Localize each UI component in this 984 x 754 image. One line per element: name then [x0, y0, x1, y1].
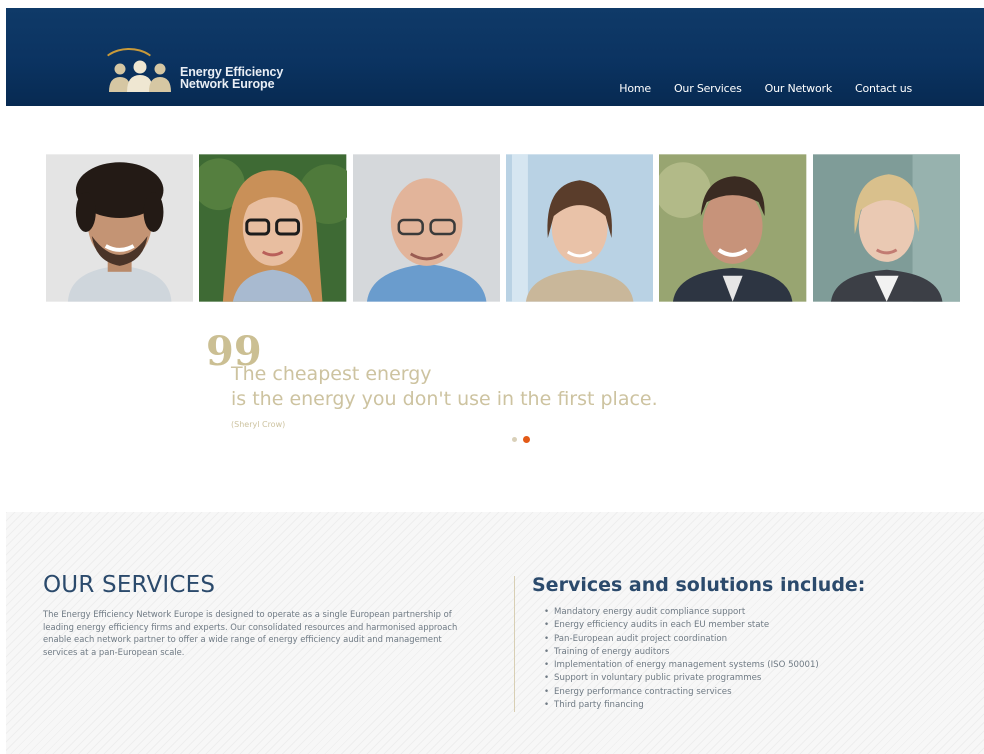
list-item: Third party financing [544, 699, 819, 713]
team-photo-1 [46, 154, 194, 302]
people-group-icon [109, 60, 171, 92]
team-photo-6 [812, 154, 960, 302]
list-item: Mandatory energy audit compliance suppor… [544, 606, 819, 620]
services-title: OUR SERVICES [43, 572, 216, 598]
quote-line-1: The cheapest energy [231, 363, 432, 385]
list-item: Energy performance contracting services [544, 686, 819, 700]
team-photo-2 [199, 154, 347, 302]
team-photo-3 [352, 154, 500, 302]
carousel-dot-2-active[interactable] [523, 436, 530, 443]
services-section: OUR SERVICES The Energy Efficiency Netwo… [6, 512, 984, 754]
nav-our-services[interactable]: Our Services [674, 82, 742, 95]
quote-line-2: is the energy you don't use in the first… [231, 388, 658, 410]
list-item: Pan-European audit project coordination [544, 633, 819, 647]
services-description: The Energy Efficiency Network Europe is … [43, 609, 458, 657]
quote-author: (Sheryl Crow) [231, 420, 286, 429]
section-divider [514, 576, 515, 712]
logo-text: Energy Efficiency Network Europe [180, 66, 283, 91]
site-header: Energy Efficiency Network Europe Home Ou… [6, 8, 984, 106]
nav-home[interactable]: Home [619, 82, 651, 95]
portrait-image [352, 154, 500, 302]
carousel-dots [512, 436, 530, 443]
quote-text: The cheapest energy is the energy you do… [231, 362, 658, 412]
portrait-image [505, 154, 654, 302]
portrait-image [199, 154, 347, 302]
solutions-list: Mandatory energy audit compliance suppor… [544, 606, 819, 713]
main-nav: Home Our Services Our Network Contact us [619, 82, 912, 95]
list-item: Training of energy auditors [544, 646, 819, 660]
list-item: Energy efficiency audits in each EU memb… [544, 619, 819, 633]
logo-line-2: Network Europe [180, 77, 275, 91]
team-photo-strip [46, 154, 960, 302]
carousel-dot-1[interactable] [512, 437, 517, 442]
portrait-image [659, 154, 807, 302]
portrait-image [812, 154, 960, 302]
list-item: Support in voluntary public private prog… [544, 672, 819, 686]
portrait-image [46, 154, 194, 302]
solutions-title: Services and solutions include: [532, 574, 866, 596]
site-logo[interactable]: Energy Efficiency Network Europe [98, 48, 288, 100]
nav-contact-us[interactable]: Contact us [855, 82, 912, 95]
team-photo-5 [659, 154, 807, 302]
nav-our-network[interactable]: Our Network [765, 82, 833, 95]
list-item: Implementation of energy management syst… [544, 659, 819, 673]
team-photo-4 [505, 154, 654, 302]
